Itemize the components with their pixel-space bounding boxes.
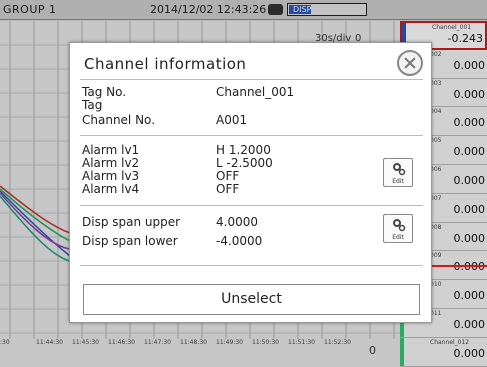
alarm-edit-button[interactable]: Edit	[383, 158, 413, 187]
span-upper-value: 4.0000	[216, 215, 258, 229]
edit-label: Edit	[392, 178, 404, 185]
gear-icon	[393, 163, 406, 176]
edit-label: Edit	[392, 234, 404, 241]
span-lower-value: -4.0000	[216, 234, 263, 248]
divider	[80, 205, 423, 206]
divider	[80, 79, 423, 80]
span-lower-label: Disp span lower	[82, 234, 178, 248]
divider	[80, 265, 423, 266]
tag-label: Tag	[82, 98, 103, 112]
span-upper-label: Disp span upper	[82, 215, 181, 229]
span-edit-button[interactable]: Edit	[383, 214, 413, 243]
callout-line	[426, 265, 487, 267]
alarm-lv4-value: OFF	[216, 182, 240, 196]
dialog-title: Channel information	[84, 55, 247, 73]
channel-no-value: A001	[216, 113, 248, 127]
channel-info-dialog: Channel information Tag No. Channel_001 …	[69, 42, 432, 323]
close-button[interactable]	[397, 50, 423, 76]
divider	[80, 135, 423, 136]
alarm-lv4-label: Alarm lv4	[82, 182, 140, 196]
tag-no-value: Channel_001	[216, 85, 295, 99]
unselect-button[interactable]: Unselect	[83, 284, 420, 315]
gear-icon	[393, 219, 406, 232]
channel-no-label: Channel No.	[82, 113, 156, 127]
